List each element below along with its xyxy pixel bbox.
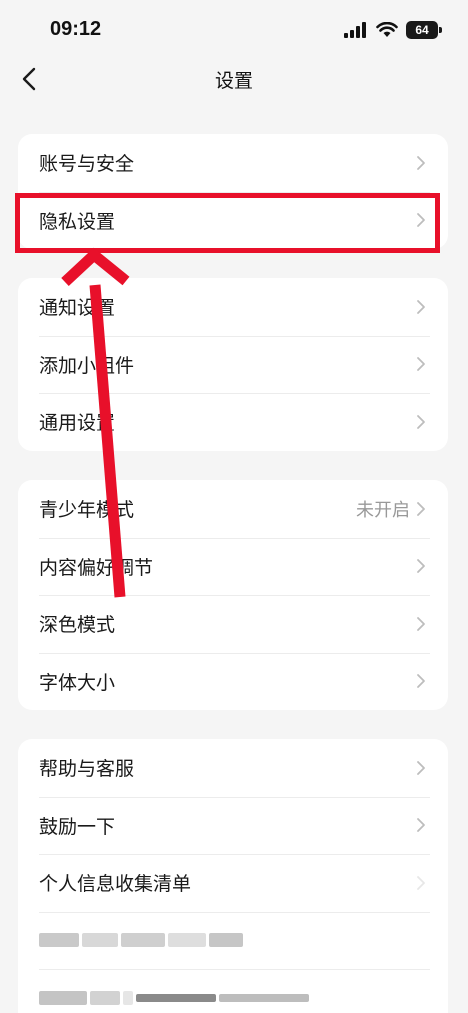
annotation-arrow-icon — [61, 247, 130, 598]
